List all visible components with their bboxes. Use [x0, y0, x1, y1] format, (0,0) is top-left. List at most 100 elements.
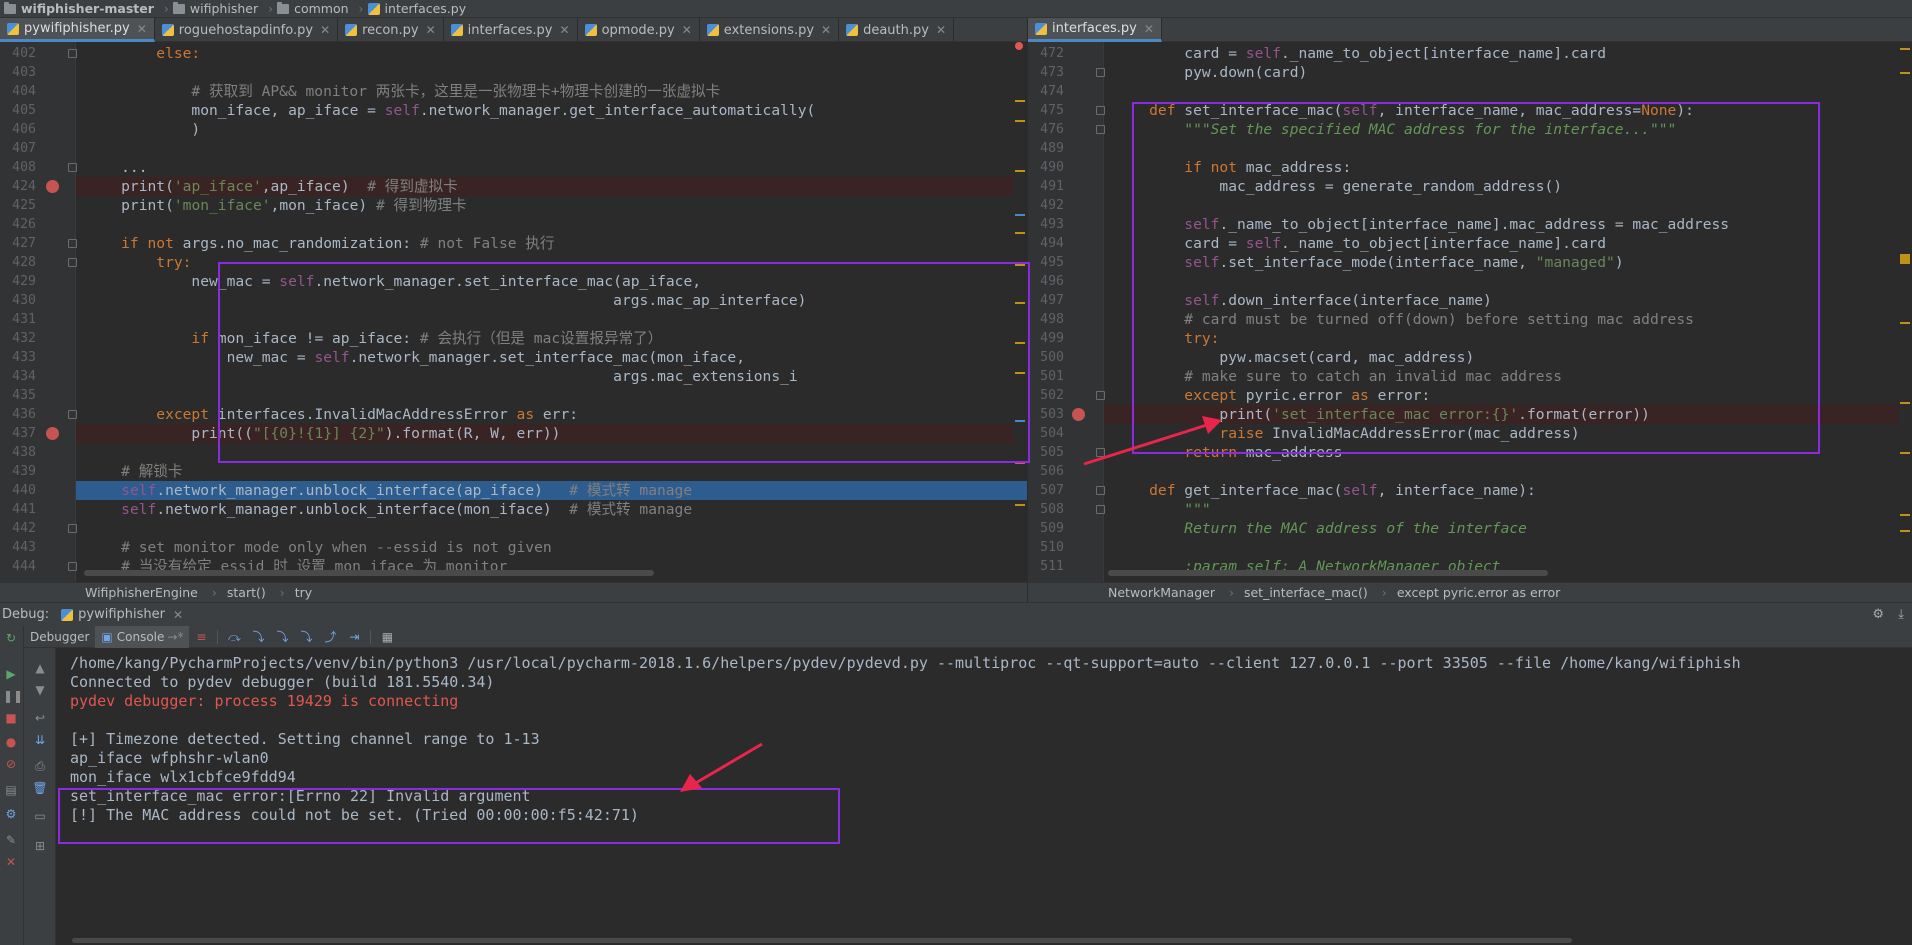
console-horizontal-scrollbar[interactable]: [72, 938, 1572, 943]
python-file-icon: [161, 24, 174, 36]
settings-icon[interactable]: ⚙: [3, 806, 19, 822]
code-line: except interfaces.InvalidMacAddressError…: [86, 406, 579, 423]
history-icon[interactable]: ⊞: [32, 838, 48, 854]
console-icon[interactable]: ▭: [32, 808, 48, 824]
show-execution-point-icon[interactable]: ≡: [194, 630, 208, 644]
right-code-editor[interactable]: 472 card = self._name_to_object[interfac…: [1028, 42, 1912, 582]
fold-marker-icon[interactable]: [1096, 125, 1105, 134]
crumb-block[interactable]: except pyric.error as error: [1397, 585, 1560, 600]
tab-interfaces[interactable]: interfaces.py ✕: [444, 18, 578, 42]
close-icon[interactable]: ✕: [560, 23, 570, 37]
fold-marker-icon[interactable]: [68, 410, 77, 419]
close-icon[interactable]: ✕: [1144, 22, 1154, 36]
line-number: 476: [1040, 122, 1064, 137]
tab-console[interactable]: ▣ Console →*: [95, 625, 190, 648]
tab-interfaces-right[interactable]: interfaces.py ✕: [1028, 18, 1162, 42]
tab-recon[interactable]: recon.py ✕: [338, 18, 444, 42]
print-icon[interactable]: ⎙: [32, 758, 48, 774]
breakpoint-icon[interactable]: [46, 180, 59, 193]
crumb-class[interactable]: WifiphisherEngine: [85, 585, 198, 600]
step-into-icon[interactable]: ⤵: [251, 630, 265, 644]
tab-opmode[interactable]: opmode.py ✕: [578, 18, 700, 42]
code-line: pyw.macset(card, mac_address): [1114, 349, 1475, 366]
down-icon[interactable]: ▼: [32, 682, 48, 698]
close-icon[interactable]: ✕: [426, 23, 436, 37]
fold-marker-icon[interactable]: [1096, 68, 1105, 77]
close-icon[interactable]: ✕: [320, 23, 330, 37]
debug-console-output[interactable]: /home/kang/PycharmProjects/venv/bin/pyth…: [56, 648, 1912, 945]
run-to-cursor-icon[interactable]: ⇥: [347, 630, 361, 644]
code-line: mon_iface, ap_iface = self.network_manag…: [86, 102, 816, 119]
close-icon[interactable]: ✕: [821, 23, 831, 37]
close-icon[interactable]: ✕: [936, 23, 946, 37]
tab-debugger[interactable]: Debugger: [24, 626, 95, 648]
line-number: 475: [1040, 103, 1064, 118]
close-icon[interactable]: ✕: [137, 22, 147, 36]
hide-icon[interactable]: ⤓: [1898, 607, 1904, 622]
nav-crumb-project[interactable]: wifiphisher-master: [4, 1, 154, 16]
fold-marker-icon[interactable]: [1096, 106, 1105, 115]
pause-icon[interactable]: ❚❚: [3, 688, 23, 704]
gear-icon[interactable]: ⚙: [1872, 607, 1884, 622]
tab-deauth[interactable]: deauth.py ✕: [839, 18, 955, 42]
line-number: 425: [12, 198, 36, 213]
stop-icon[interactable]: ■: [3, 710, 19, 726]
nav-crumb-file[interactable]: interfaces.py: [367, 1, 466, 16]
crumb-method[interactable]: start(): [227, 585, 266, 600]
fold-marker-icon[interactable]: [68, 258, 77, 267]
up-icon[interactable]: ▲: [32, 660, 48, 676]
code-line: # make sure to catch an invalid mac addr…: [1114, 368, 1563, 385]
left-code-editor[interactable]: 402 else: 403 404 # 获取到 AP&& monitor 两张卡，这…: [0, 42, 1027, 582]
crumb-block[interactable]: try: [295, 585, 312, 600]
line-number: 511: [1040, 559, 1064, 574]
close-icon[interactable]: ✕: [173, 608, 183, 622]
close-icon[interactable]: ✕: [3, 854, 19, 870]
evaluate-expression-icon[interactable]: ▦: [380, 630, 394, 644]
breakpoint-icon[interactable]: [1072, 408, 1085, 421]
crumb-method[interactable]: set_interface_mac(): [1244, 585, 1368, 600]
fold-marker-icon[interactable]: [68, 239, 77, 248]
console-line: /home/kang/PycharmProjects/venv/bin/pyth…: [70, 654, 1741, 672]
force-step-into-icon[interactable]: ⤵: [299, 630, 313, 644]
tab-roguehostapdinfo[interactable]: roguehostapdinfo.py ✕: [155, 18, 339, 42]
nav-crumb-common[interactable]: common: [277, 1, 349, 16]
clear-icon[interactable]: 🗑: [32, 780, 48, 796]
step-over-icon[interactable]: ⤼: [227, 630, 241, 644]
fold-marker-icon[interactable]: [1096, 505, 1105, 514]
fold-marker-icon[interactable]: [68, 524, 77, 533]
pin-icon[interactable]: ✎: [3, 832, 19, 848]
fold-marker-icon[interactable]: [68, 163, 77, 172]
mute-breakpoints-icon[interactable]: ⊘: [3, 756, 19, 772]
nav-crumb-package[interactable]: wifiphisher: [172, 1, 258, 16]
right-horizontal-scrollbar[interactable]: [1108, 570, 1548, 576]
step-out-icon[interactable]: ⤴: [323, 630, 337, 644]
code-line: pyw.down(card): [1114, 64, 1308, 81]
close-icon[interactable]: ✕: [682, 23, 692, 37]
layout-icon[interactable]: ▤: [3, 782, 19, 798]
debug-session-tab[interactable]: pywifiphisher: [78, 607, 165, 622]
code-line: # card must be turned off(down) before s…: [1114, 311, 1694, 328]
fold-marker-icon[interactable]: [1096, 448, 1105, 457]
resume-icon[interactable]: ▶: [3, 666, 19, 682]
view-breakpoints-icon[interactable]: ●: [3, 734, 19, 750]
breakpoint-icon[interactable]: [46, 427, 59, 440]
crumb-class[interactable]: NetworkManager: [1108, 585, 1215, 600]
fold-marker-icon[interactable]: [68, 49, 77, 58]
tab-pywifiphisher[interactable]: pywifiphisher.py ✕: [0, 18, 155, 42]
fold-marker-icon[interactable]: [1096, 391, 1105, 400]
rerun-icon[interactable]: ↻: [3, 630, 19, 646]
soft-wrap-icon[interactable]: ↩: [32, 710, 48, 726]
code-line: ...: [86, 159, 148, 176]
tab-extensions[interactable]: extensions.py ✕: [700, 18, 840, 42]
step-into-my-code-icon[interactable]: ⤵: [275, 630, 289, 644]
scroll-to-end-icon[interactable]: ⇊: [32, 732, 48, 748]
debug-label: Debug:: [2, 607, 50, 622]
line-number: 403: [12, 65, 36, 80]
code-line: self.set_interface_mode(interface_name, …: [1184, 254, 1624, 271]
fold-marker-icon[interactable]: [1096, 486, 1105, 495]
fold-marker-icon[interactable]: [68, 562, 77, 571]
code-line: return mac_address: [1114, 444, 1343, 461]
left-horizontal-scrollbar[interactable]: [84, 570, 654, 576]
line-number: 424: [12, 179, 36, 194]
left-editor-tabs: pywifiphisher.py ✕ roguehostapdinfo.py ✕ r…: [0, 18, 1027, 42]
